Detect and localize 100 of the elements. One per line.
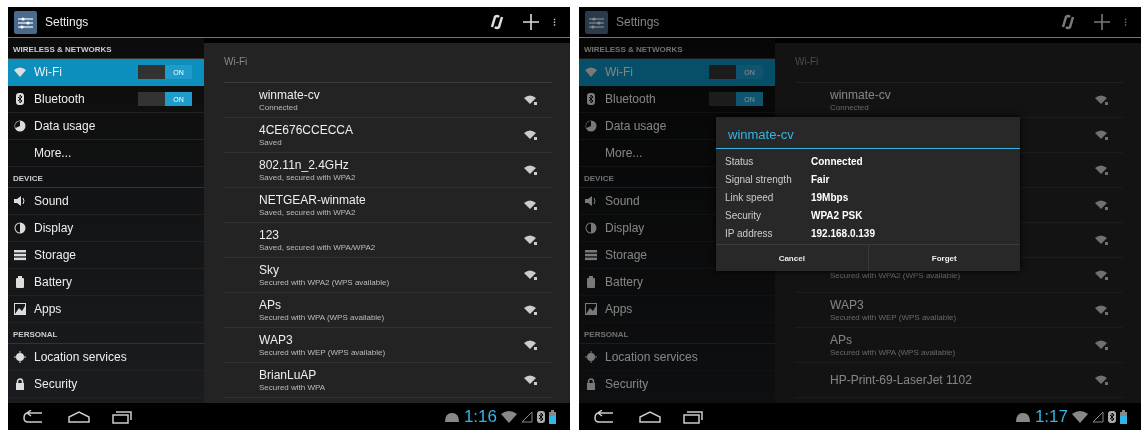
wifi-signal-icon: [1095, 304, 1109, 316]
network-name[interactable]: winmate-cv: [830, 88, 891, 102]
network-status: Saved, secured with WPA2: [259, 173, 356, 182]
wifi-signal-icon: [1095, 374, 1109, 386]
sidebar-item[interactable]: Sound: [34, 194, 69, 208]
bluetooth-icon: [585, 93, 597, 105]
network-name[interactable]: APs: [830, 333, 852, 347]
sidebar-item[interactable]: Display: [34, 221, 74, 235]
network-status: Secured with WPA2 (WPS available): [259, 278, 390, 287]
wifi-signal-icon: [1095, 339, 1109, 351]
contrast-icon: [585, 222, 597, 234]
network-status: Connected: [259, 103, 298, 112]
sidebar-item[interactable]: Apps: [605, 302, 633, 316]
sidebar-item[interactable]: Apps: [34, 302, 62, 316]
item-label: Wi-Fi: [34, 65, 62, 79]
app-title: Settings: [616, 15, 661, 29]
lock-icon: [585, 378, 597, 390]
field-label: Link speed: [725, 191, 775, 203]
network-status: Secured with WEP (WPS available): [830, 313, 957, 322]
sidebar-item[interactable]: Security: [605, 377, 649, 391]
section-heading: WIRELESS & NETWORKS: [579, 38, 775, 59]
sidebar-item[interactable]: Location services: [605, 350, 698, 364]
wifi-signal-icon: [524, 269, 538, 281]
network-name[interactable]: HP-Print-69-LaserJet 1102: [830, 373, 972, 387]
network-name[interactable]: WAP3: [830, 298, 864, 312]
network-name[interactable]: APs: [259, 298, 281, 312]
wifi-signal-icon: [524, 339, 538, 351]
sidebar-item[interactable]: More...: [34, 146, 72, 160]
battery-icon: [549, 409, 556, 424]
sidebar-item[interactable]: Data usage: [34, 119, 96, 133]
network-status: Secured with WPA (WPS available): [830, 348, 956, 357]
wifi-signal-icon: [1095, 94, 1109, 106]
clock: 1:16: [463, 406, 497, 427]
pie-chart-icon: [14, 120, 26, 132]
field-value: Fair: [811, 173, 830, 185]
sidebar-item[interactable]: Data usage: [605, 119, 667, 133]
field-label: Signal strength: [725, 173, 793, 185]
picture-icon: [14, 303, 26, 315]
wifi-signal-icon: [1095, 269, 1109, 281]
field-value: WPA2 PSK: [811, 209, 863, 221]
network-name[interactable]: NETGEAR-winmate: [259, 193, 366, 207]
network-status: Secured with WEP (WPS available): [259, 348, 386, 357]
field-label: IP address: [725, 227, 774, 239]
network-name[interactable]: WAP3: [259, 333, 293, 347]
network-name[interactable]: 802.11n_2.4GHz: [259, 158, 349, 172]
recent-apps-icon[interactable]: [683, 409, 703, 424]
network-name[interactable]: 123: [259, 228, 280, 242]
wifi-signal-icon: [524, 94, 538, 106]
network-status: Saved, secured with WPA/WPA2: [259, 243, 376, 252]
dialog-button[interactable]: Cancel: [716, 245, 868, 271]
network-status: Secured with WPA2 (WPS available): [830, 270, 961, 280]
clock: 1:17: [1034, 406, 1068, 427]
field-value: Connected: [811, 155, 863, 167]
wifi-signal-icon: [1072, 410, 1088, 423]
network-name[interactable]: Sky: [259, 263, 279, 277]
sidebar-item[interactable]: Bluetooth: [605, 92, 656, 106]
wifi-signal-icon: [524, 374, 538, 386]
sidebar-item[interactable]: Security: [34, 377, 78, 391]
wifi-signal-icon: [501, 410, 517, 423]
wifi-signal-icon: [524, 129, 538, 141]
location-icon: [14, 351, 26, 363]
field-value: 19Mbps: [811, 191, 849, 203]
sidebar-item[interactable]: Display: [605, 221, 645, 235]
wifi-icon: [14, 66, 26, 78]
dialog-button[interactable]: Forget: [867, 245, 1020, 271]
home-icon[interactable]: [68, 410, 90, 423]
network-status: Connected: [830, 103, 869, 112]
wifi-signal-icon: [524, 234, 538, 246]
sidebar-item[interactable]: Bluetooth: [34, 92, 85, 106]
wifi-signal-icon: [1095, 164, 1109, 176]
pie-chart-icon: [585, 120, 597, 132]
bluetooth-icon: [14, 93, 26, 105]
field-value: 192.168.0.139: [811, 227, 875, 239]
wifi-signal-icon: [1095, 234, 1109, 246]
sidebar-item[interactable]: Storage: [605, 248, 648, 262]
section-heading: PERSONAL: [579, 323, 775, 344]
sidebar-item[interactable]: More...: [605, 146, 643, 160]
field-label: Status: [725, 155, 755, 167]
battery-icon: [14, 276, 26, 288]
cell-signal-icon: [521, 410, 533, 423]
sidebar-item[interactable]: Battery: [34, 275, 72, 289]
panel-title: Wi-Fi: [224, 43, 552, 83]
recent-apps-icon[interactable]: [112, 409, 132, 424]
bluetooth-icon: [1108, 410, 1116, 423]
network-name[interactable]: winmate-cv: [259, 88, 320, 102]
lock-icon: [14, 378, 26, 390]
network-status: Saved: [259, 138, 282, 147]
speaker-icon: [585, 195, 597, 207]
sidebar-item[interactable]: Battery: [605, 275, 643, 289]
sidebar-item[interactable]: Sound: [605, 194, 640, 208]
bluetooth-icon: [537, 410, 545, 423]
home-icon[interactable]: [639, 410, 661, 423]
sidebar-item[interactable]: Location services: [34, 350, 127, 364]
network-status: Secured with WPA (WPS available): [259, 313, 385, 322]
dialog-title: winmate-cv: [716, 117, 1020, 149]
wifi-signal-icon: [1095, 199, 1109, 211]
network-name[interactable]: 4CE676CCECCA: [259, 123, 354, 137]
sidebar-item[interactable]: Storage: [34, 248, 77, 262]
field-label: Security: [725, 209, 763, 221]
network-name[interactable]: BrianLuAP: [259, 368, 317, 382]
